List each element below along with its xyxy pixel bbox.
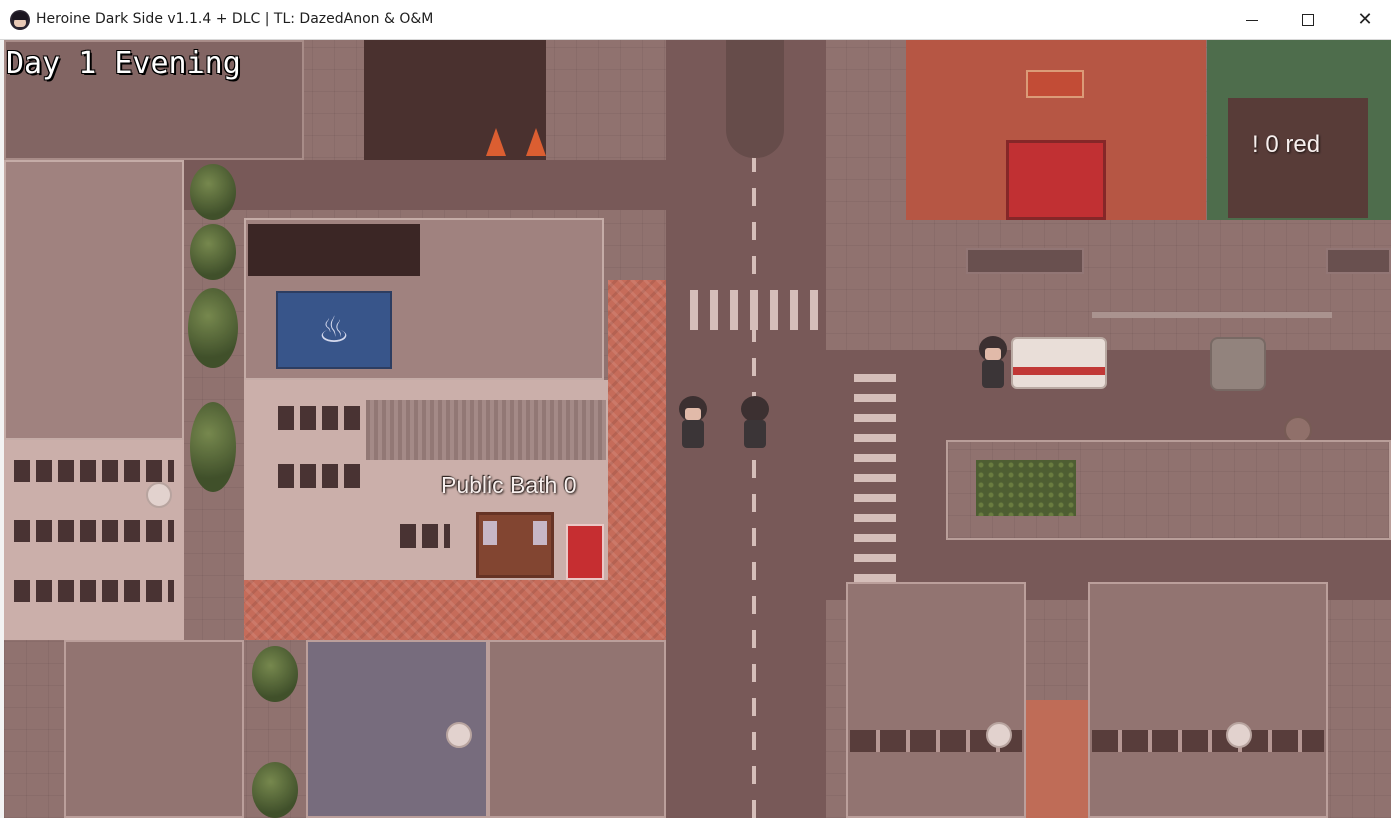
bus: [1011, 337, 1107, 389]
maximize-button[interactable]: [1279, 0, 1337, 40]
bath-windows-2: [278, 464, 362, 488]
public-bath-label: Public Bath 0: [441, 472, 577, 498]
apartment-se-2: [1088, 582, 1328, 818]
npc-bus-stop[interactable]: [976, 336, 1010, 392]
bus-shelter-1: [966, 248, 1084, 274]
apartment-roof-west: [4, 160, 184, 440]
pillar: [726, 40, 784, 158]
bath-awning: [366, 400, 606, 460]
minimize-icon: [1246, 19, 1258, 21]
close-icon: ✕: [1357, 9, 1373, 30]
masked-body: [744, 420, 766, 448]
vending-machine[interactable]: [566, 524, 604, 580]
apartment-windows-2: [14, 520, 174, 542]
shop-red-door[interactable]: [1006, 140, 1106, 220]
bath-windows-3: [400, 524, 450, 548]
npc-face: [985, 348, 1001, 360]
close-button[interactable]: ✕: [1336, 0, 1391, 40]
tree-4: [190, 402, 236, 492]
apartment-se-1: [846, 582, 1026, 818]
apartment-windows-3: [14, 580, 174, 602]
balcony-2: [1092, 730, 1324, 752]
shop-sign: [1026, 70, 1084, 98]
player-character[interactable]: [676, 396, 710, 452]
traffic-cone-1: [486, 128, 506, 156]
railing: [1092, 312, 1332, 318]
day-time-indicator: Day 1 Evening: [6, 46, 241, 81]
npc-body: [982, 360, 1004, 388]
satellite-dish-icon: [1226, 722, 1252, 748]
player-body: [682, 420, 704, 448]
title-bar: Heroine Dark Side v1.1.4 + DLC | TL: Daz…: [0, 0, 1391, 40]
satellite-dish-icon: [146, 482, 172, 508]
tree-1: [190, 164, 236, 220]
minimize-button[interactable]: [1223, 0, 1281, 40]
tree-2: [190, 224, 236, 280]
bath-sign-icon: ♨: [276, 291, 392, 369]
window-title: Heroine Dark Side v1.1.4 + DLC | TL: Daz…: [36, 11, 434, 27]
house-sw: [64, 640, 244, 818]
apartment-windows-1: [14, 460, 174, 482]
bath-skylight: [248, 224, 420, 276]
crosswalk-east: [854, 362, 896, 582]
road-north: [184, 160, 666, 210]
tree-6: [252, 762, 298, 818]
house-brown: [488, 640, 666, 818]
masked-character[interactable]: [738, 396, 772, 452]
traffic-cone-2: [526, 128, 546, 156]
alley-brick: [1026, 700, 1088, 818]
satellite-dish-icon: [986, 722, 1012, 748]
bus-shelter-2: [1326, 248, 1391, 274]
shop-counter-label: ! 0 red: [1252, 131, 1321, 158]
game-window: Heroine Dark Side v1.1.4 + DLC | TL: Daz…: [0, 0, 1391, 818]
game-viewport[interactable]: ♨ Public Bath 0 ! 0 red Day 1 Evening: [4, 40, 1391, 818]
building-dark-lot: [364, 40, 546, 160]
hedge: [976, 460, 1076, 516]
brick-walk-horizontal: [244, 580, 666, 640]
parked-car: [1210, 337, 1266, 391]
app-icon: [10, 10, 30, 30]
maximize-icon: [1302, 14, 1314, 26]
player-face: [685, 408, 701, 420]
masked-face: [747, 408, 763, 420]
bath-entrance-door[interactable]: [476, 512, 554, 578]
crosswalk-north: [690, 290, 824, 330]
tree-5: [252, 646, 298, 702]
bath-windows-1: [278, 406, 362, 430]
satellite-dish-icon: [446, 722, 472, 748]
tree-3: [188, 288, 238, 368]
